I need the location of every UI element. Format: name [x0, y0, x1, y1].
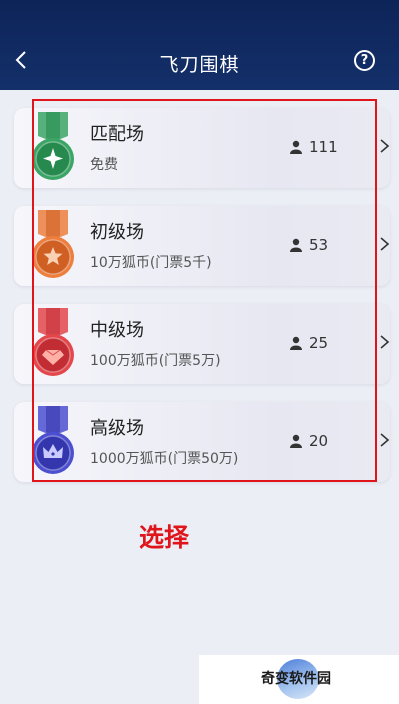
player-count: 111	[290, 138, 338, 156]
person-icon	[290, 336, 302, 350]
chevron-right-icon	[380, 332, 390, 352]
person-icon	[290, 238, 302, 252]
player-count: 25	[290, 334, 328, 352]
room-fee: 100万狐币(门票5万)	[90, 353, 221, 369]
room-fee: 1000万狐币(门票50万)	[90, 451, 239, 467]
medal-icon	[32, 308, 74, 376]
room-name: 匹配场	[90, 124, 144, 145]
top-bar: 飞刀围棋 ?	[0, 0, 399, 90]
room-list: 匹配场 免费 111 初级场 10万狐币(门票5千) 53 中级场 100万狐币…	[14, 108, 390, 500]
player-count-value: 25	[309, 334, 329, 352]
help-button[interactable]: ?	[354, 50, 375, 71]
medal-icon	[32, 406, 74, 474]
chevron-right-icon	[380, 430, 390, 450]
medal-icon	[32, 210, 74, 278]
room-fee: 免费	[90, 157, 118, 173]
chevron-right-icon	[380, 136, 390, 156]
watermark-text: 奇变软件园	[261, 671, 331, 687]
player-count-value: 53	[309, 236, 329, 254]
player-count: 53	[290, 236, 328, 254]
room-fee: 10万狐币(门票5千)	[90, 255, 212, 271]
room-name: 中级场	[90, 320, 144, 341]
page-title: 飞刀围棋	[159, 54, 240, 76]
room-name: 高级场	[90, 418, 144, 439]
room-card-match[interactable]: 匹配场 免费 111	[14, 108, 390, 188]
selection-annotation: 选择	[139, 523, 190, 552]
player-count-value: 20	[309, 432, 329, 450]
room-name: 初级场	[90, 222, 144, 243]
chevron-right-icon	[380, 234, 390, 254]
person-icon	[290, 434, 302, 448]
person-icon	[290, 140, 302, 154]
room-card-advanced[interactable]: 高级场 1000万狐币(门票50万) 20	[14, 402, 390, 482]
watermark: 奇变软件园	[199, 655, 399, 704]
room-card-beginner[interactable]: 初级场 10万狐币(门票5千) 53	[14, 206, 390, 286]
player-count-value: 111	[309, 138, 338, 156]
player-count: 20	[290, 432, 328, 450]
medal-icon	[32, 112, 74, 180]
room-card-intermediate[interactable]: 中级场 100万狐币(门票5万) 25	[14, 304, 390, 384]
